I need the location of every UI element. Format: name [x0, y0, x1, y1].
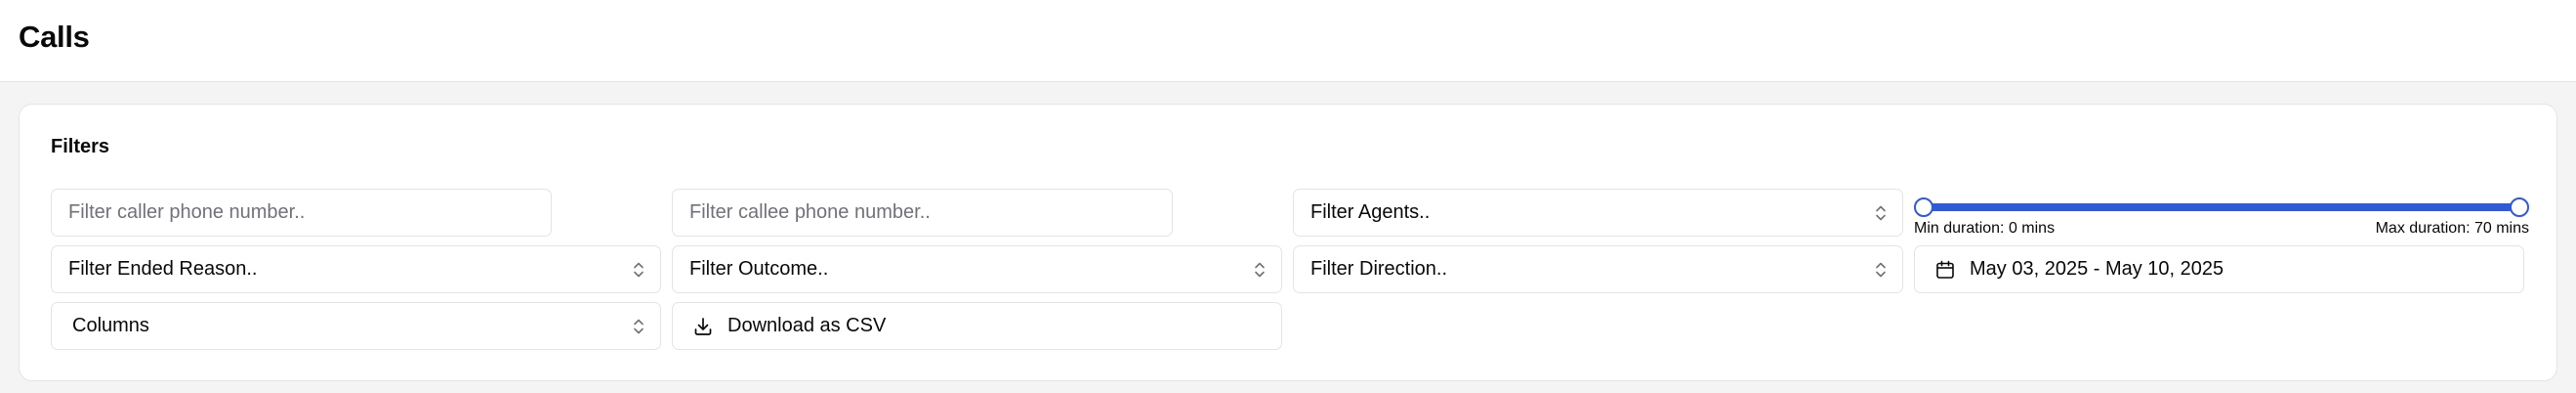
- caller-phone-placeholder: Filter caller phone number..: [68, 201, 306, 223]
- date-range-picker[interactable]: May 03, 2025 - May 10, 2025: [1914, 245, 2524, 293]
- columns-select-label: Columns: [72, 315, 149, 336]
- outcome-select-label: Filter Outcome..: [689, 258, 829, 280]
- agents-select[interactable]: Filter Agents..: [1293, 189, 1903, 237]
- download-icon: [692, 316, 714, 337]
- caller-phone-input[interactable]: Filter caller phone number..: [51, 189, 552, 237]
- direction-select[interactable]: Filter Direction..: [1293, 245, 1903, 293]
- direction-select-label: Filter Direction..: [1310, 258, 1448, 280]
- top-bar: Calls: [0, 0, 2576, 82]
- ended-reason-select[interactable]: Filter Ended Reason..: [51, 245, 661, 293]
- chevron-up-down-icon: [633, 261, 644, 279]
- duration-min-thumb[interactable]: [1914, 197, 1933, 217]
- duration-max-thumb[interactable]: [2510, 197, 2529, 217]
- download-csv-label: Download as CSV: [727, 315, 887, 336]
- columns-select[interactable]: Columns: [51, 302, 661, 350]
- date-range-label: May 03, 2025 - May 10, 2025: [1970, 258, 2224, 280]
- callee-phone-input[interactable]: Filter callee phone number..: [672, 189, 1173, 237]
- chevron-up-down-icon: [1875, 204, 1887, 222]
- agents-select-label: Filter Agents..: [1310, 201, 1431, 223]
- download-csv-button[interactable]: Download as CSV: [672, 302, 1282, 350]
- min-duration-label: Min duration: 0 mins: [1914, 220, 2056, 237]
- chevron-up-down-icon: [1254, 261, 1266, 279]
- chevron-up-down-icon: [1875, 261, 1887, 279]
- chevron-up-down-icon: [633, 318, 644, 335]
- ended-reason-select-label: Filter Ended Reason..: [68, 258, 258, 280]
- calendar-icon: [1934, 259, 1956, 281]
- filters-card: Filters Filter caller phone number.. Fil…: [19, 104, 2557, 381]
- page-title: Calls: [19, 20, 90, 54]
- filters-title: Filters: [51, 136, 110, 157]
- max-duration-label: Max duration: 70 mins: [2375, 220, 2529, 237]
- outcome-select[interactable]: Filter Outcome..: [672, 245, 1282, 293]
- duration-slider[interactable]: Min duration: 0 mins Max duration: 70 mi…: [1914, 189, 2529, 238]
- callee-phone-placeholder: Filter callee phone number..: [689, 201, 931, 223]
- duration-slider-range: [1924, 203, 2519, 211]
